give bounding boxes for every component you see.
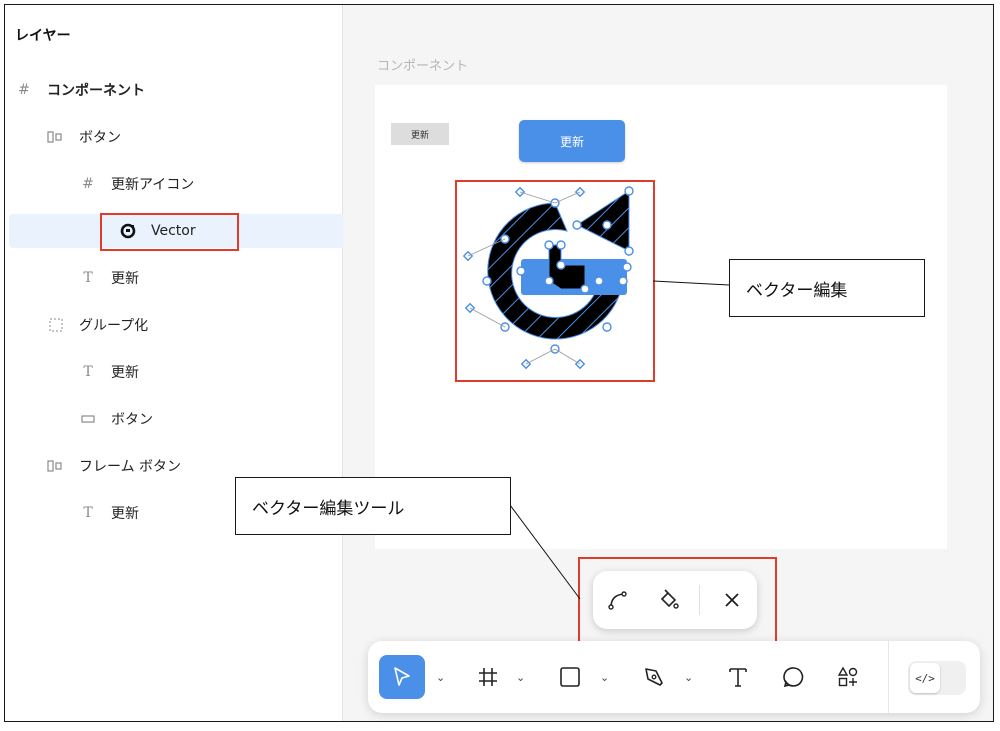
design-canvas[interactable]: コンポーネント 更新 更新 ベクター編集 ⌄ ⌄ ⌄ ⌄ </> [343,5,993,721]
text-icon: T [83,364,93,380]
layers-panel-title: レイヤー [15,28,71,44]
actions-tool-button[interactable] [828,655,868,699]
group-icon [47,316,65,334]
auto-layout-icon [47,457,65,475]
chevron-down-icon[interactable]: ⌄ [684,671,694,684]
frame-tool-button[interactable] [468,655,508,699]
pen-icon [645,668,663,686]
dev-mode-label: </> [910,663,940,693]
pen-tool-button[interactable] [634,655,674,699]
layer-item-component[interactable]: # コンポーネント [9,73,337,107]
frame-label: コンポーネント [377,59,469,74]
tool-callout-connector [510,505,581,600]
toolbar-divider [888,641,889,713]
layer-label: 更新 [111,271,139,287]
frame-icon: # [18,82,30,98]
layer-label: フレーム ボタン [79,459,182,475]
layer-label: ボタン [111,412,153,428]
auto-layout-icon [47,128,65,146]
rectangle-tool-button[interactable] [550,655,590,699]
text-icon [729,668,747,687]
rectangle-icon [560,667,580,687]
chevron-down-icon[interactable]: ⌄ [516,671,526,684]
actions-icon [837,666,858,687]
main-toolbar: ⌄ ⌄ ⌄ ⌄ </> [368,641,980,713]
layers-panel: レイヤー # コンポーネント ボタン # 更新アイコン Vector T 更新 [5,5,441,721]
vector-tool-highlight [578,557,777,645]
layer-item-button[interactable]: ボタン [9,120,369,154]
rectangle-icon [79,410,97,428]
move-icon [394,667,410,686]
chevron-down-icon[interactable]: ⌄ [436,671,446,684]
layer-item-group[interactable]: グループ化 [9,308,369,342]
layer-label: 更新 [111,506,139,522]
text-icon: T [83,270,93,286]
text-tool-button[interactable] [718,655,758,699]
dev-mode-toggle[interactable]: </> [908,661,966,695]
move-tool-button[interactable] [379,655,425,699]
vector-edit-callout: ベクター編集 [729,259,925,317]
text-icon: T [83,505,93,521]
frame-icon: # [82,176,94,192]
layer-label: ボタン [79,130,121,146]
layer-label: コンポーネント [47,83,145,99]
layer-label: グループ化 [79,318,149,334]
comment-icon [783,667,804,688]
refresh-button[interactable]: 更新 [519,120,625,162]
vector-edit-highlight [455,180,655,382]
frame-icon [479,668,497,686]
screenshot-frame: レイヤー # コンポーネント ボタン # 更新アイコン Vector T 更新 [4,4,994,722]
layer-label: 更新アイコン [111,177,195,193]
vector-layer-highlight [100,213,239,251]
layer-label: 更新 [111,365,139,381]
mini-button[interactable]: 更新 [391,123,449,145]
callout-connector [653,280,729,286]
comment-tool-button[interactable] [774,655,814,699]
chevron-down-icon[interactable]: ⌄ [600,671,610,684]
vector-edit-tool-callout: ベクター編集ツール [235,477,511,535]
